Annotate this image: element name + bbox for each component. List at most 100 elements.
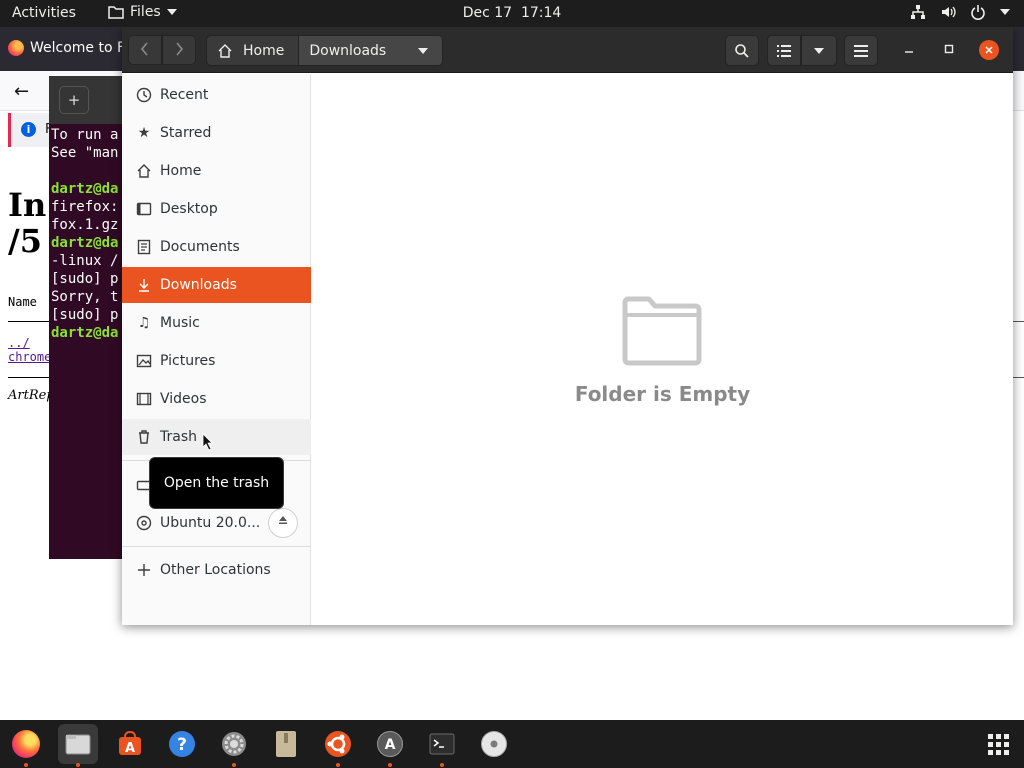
files-window: Home Downloads Recent ★ Starred Home Des…: [122, 27, 1013, 625]
sidebar-item-label: Videos: [160, 391, 207, 407]
sidebar-item-music[interactable]: ♫ Music: [122, 305, 311, 341]
sidebar-item-home[interactable]: Home: [122, 153, 311, 189]
chevron-down-icon: [418, 47, 429, 54]
picture-icon: [135, 352, 153, 370]
archive-icon[interactable]: [266, 724, 306, 764]
chevron-down-icon: [814, 47, 824, 54]
terminal-icon[interactable]: [422, 724, 462, 767]
sidebar-item-label: Ubuntu 20.0...: [160, 515, 261, 531]
sidebar-item-documents[interactable]: Documents: [122, 229, 311, 265]
mouse-cursor-icon: [202, 433, 213, 451]
chevron-right-icon: [176, 42, 184, 56]
list-view-icon: [777, 44, 791, 57]
search-button[interactable]: [725, 35, 759, 66]
sidebar-item-pictures[interactable]: Pictures: [122, 343, 311, 379]
sidebar-item-ubuntu-disc[interactable]: Ubuntu 20.0...: [122, 505, 311, 541]
close-button[interactable]: [979, 40, 999, 60]
sidebar-item-label: Downloads: [160, 277, 237, 293]
clock-icon: [135, 86, 153, 104]
sidebar-item-starred[interactable]: ★ Starred: [122, 115, 311, 151]
terminal-line: firefox:: [51, 198, 123, 216]
plus-icon: [135, 561, 153, 579]
sidebar-item-recent[interactable]: Recent: [122, 77, 311, 113]
svg-text:A: A: [125, 741, 135, 756]
show-applications-icon[interactable]: [978, 724, 1018, 764]
sidebar-separator: [122, 546, 311, 547]
music-icon: ♫: [137, 315, 151, 331]
download-icon: [135, 276, 153, 294]
directory-link[interactable]: chrome: [8, 350, 51, 364]
eject-button[interactable]: [268, 508, 298, 538]
firefox-logo-icon: [8, 40, 24, 56]
files-app-icon: [108, 6, 124, 19]
sidebar-item-videos[interactable]: Videos: [122, 381, 311, 417]
system-status-menu[interactable]: [910, 4, 1010, 20]
sidebar-item-downloads[interactable]: Downloads: [122, 267, 311, 303]
top-bar: Activities Files Dec 17 17:14: [0, 0, 1024, 27]
page-heading-line: /5: [8, 222, 42, 260]
chevron-down-icon: [1000, 9, 1010, 15]
ubuntu-software-icon[interactable]: A: [110, 724, 150, 764]
terminal-line: [sudo] p: [51, 270, 123, 288]
terminal-text: To run a: [51, 127, 119, 143]
network-icon: [911, 5, 925, 19]
terminal-line: [51, 162, 123, 180]
minimize-button[interactable]: [898, 39, 920, 61]
star-icon: ★: [137, 125, 151, 141]
home-icon: [135, 162, 153, 180]
main-menu-button[interactable]: [844, 35, 878, 66]
terminal-window: + To run a See "man dartz@da firefox: fox.…: [49, 76, 123, 559]
search-icon: [735, 43, 749, 58]
terminal-prompt: dartz@da: [51, 181, 119, 197]
sidebar-item-trash[interactable]: Trash: [122, 419, 311, 455]
files-icon[interactable]: [58, 724, 98, 767]
sidebar-item-other-locations[interactable]: Other Locations: [122, 552, 311, 588]
desktop-icon: [135, 200, 153, 218]
terminal-text: fox.1.gz: [51, 217, 119, 233]
software-updater-icon[interactable]: A: [370, 724, 410, 767]
cd-icon[interactable]: [474, 724, 514, 764]
sidebar-item-desktop[interactable]: Desktop: [122, 191, 311, 227]
tooltip: Open the trash: [149, 457, 284, 509]
empty-folder-label: Folder is Empty: [574, 382, 751, 406]
maximize-button[interactable]: [938, 39, 960, 61]
sidebar-item-label: Recent: [160, 87, 209, 103]
maximize-icon: [944, 44, 954, 54]
firefox-icon[interactable]: [6, 724, 46, 767]
terminal-line: dartz@da: [51, 180, 123, 198]
breadcrumb-home[interactable]: Home: [207, 36, 300, 65]
info-icon: i: [21, 122, 36, 137]
terminal-line: See "man: [51, 144, 123, 162]
ubuntu-icon[interactable]: [318, 724, 358, 767]
column-header-name: Name: [8, 295, 37, 309]
directory-link[interactable]: ../: [8, 336, 30, 350]
help-icon[interactable]: ?: [162, 724, 202, 764]
back-button[interactable]: [128, 35, 162, 65]
app-menu[interactable]: Files: [108, 4, 177, 20]
clock-button[interactable]: Dec 17 17:14: [463, 5, 562, 21]
terminal-header-bar: +: [49, 76, 123, 124]
activities-button[interactable]: Activities: [12, 5, 76, 21]
page-heading: In /5: [8, 187, 46, 259]
view-list-button[interactable]: [767, 35, 801, 66]
settings-icon[interactable]: [214, 724, 254, 767]
power-icon: [971, 5, 985, 20]
breadcrumb-downloads[interactable]: Downloads: [299, 36, 443, 65]
firefox-tab[interactable]: Welcome to F: [8, 40, 125, 56]
terminal-line: fox.1.gz: [51, 216, 123, 234]
back-arrow-icon[interactable]: ←: [14, 81, 29, 102]
terminal-prompt: dartz@da: [51, 235, 119, 251]
terminal-prompt: dartz@da: [51, 325, 119, 341]
trash-icon: [135, 428, 153, 446]
forward-button[interactable]: [162, 35, 196, 65]
file-view[interactable]: Folder is Empty: [312, 74, 1013, 625]
divider: [1013, 321, 1024, 322]
svg-text:?: ?: [177, 735, 187, 755]
breadcrumb-label: Home: [243, 42, 285, 59]
terminal-text: [sudo] p: [51, 307, 119, 323]
svg-text:A: A: [385, 737, 396, 753]
new-tab-icon[interactable]: +: [59, 86, 89, 114]
view-options-button[interactable]: [801, 35, 837, 66]
video-icon: [135, 390, 153, 408]
